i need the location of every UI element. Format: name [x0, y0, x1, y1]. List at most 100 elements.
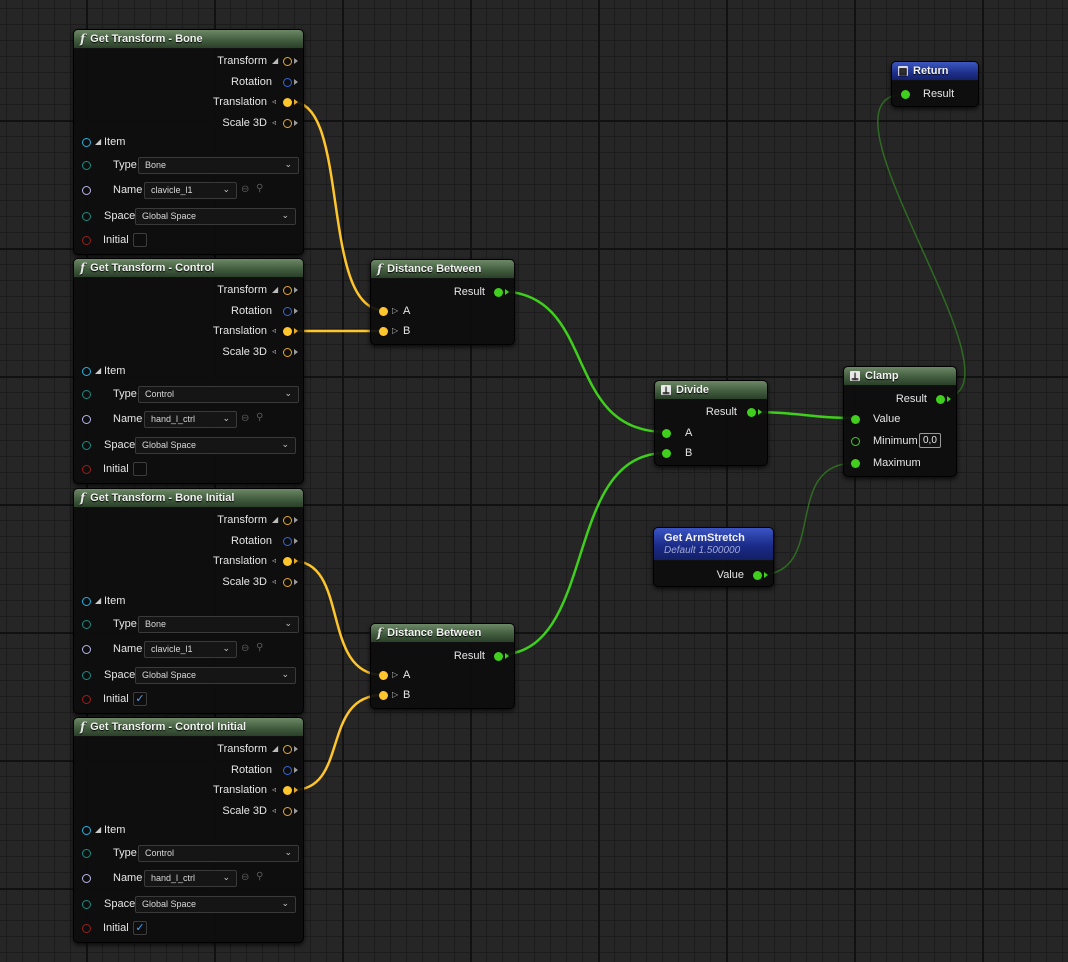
value-output-pin[interactable]	[753, 571, 762, 580]
a-input-pin[interactable]	[379, 671, 388, 680]
scale-3d-output-pin[interactable]	[283, 119, 292, 129]
name-dropdown[interactable]: clavicle_l1 ⌄	[144, 182, 237, 199]
node-header[interactable]: f Distance Between	[371, 624, 514, 643]
item-expand-icon[interactable]: ◢	[95, 825, 101, 834]
get-transform-node-1[interactable]: f Get Transform - Bone Transform ◢ Rotation T…	[73, 29, 304, 255]
expand-triangle-icon[interactable]: ◢	[272, 56, 278, 65]
initial-checkbox[interactable]	[133, 233, 147, 247]
name-input-pin[interactable]	[82, 874, 91, 883]
rotation-output-pin[interactable]	[283, 536, 292, 546]
initial-input-pin[interactable]	[82, 924, 91, 933]
type-dropdown[interactable]: Control ⌄	[138, 845, 299, 862]
space-dropdown[interactable]: Global Space ⌄	[135, 208, 296, 225]
initial-checkbox[interactable]	[133, 462, 147, 476]
node-header[interactable]: f Get Transform - Bone	[74, 30, 303, 49]
variable-header[interactable]: Get ArmStretch Default 1.500000	[654, 528, 773, 561]
item-expand-icon[interactable]: ◢	[95, 137, 101, 146]
space-dropdown[interactable]: Global Space ⌄	[135, 896, 296, 913]
name-input-pin[interactable]	[82, 645, 91, 654]
item-input-pin[interactable]	[82, 826, 91, 835]
reset-icon[interactable]: ⊖	[241, 184, 249, 195]
transform-output-pin[interactable]	[283, 286, 292, 295]
get-transform-node-3[interactable]: f Get Transform - Bone Initial Transform ◢ R…	[73, 488, 304, 714]
translation-output-pin[interactable]	[283, 786, 292, 796]
item-expand-icon[interactable]: ◢	[95, 596, 101, 605]
transform-output-pin[interactable]	[283, 745, 292, 754]
type-input-pin[interactable]	[82, 620, 91, 629]
space-input-pin[interactable]	[82, 441, 91, 450]
initial-checkbox[interactable]: ✓	[133, 692, 147, 706]
type-dropdown[interactable]: Bone ⌄	[138, 616, 299, 633]
initial-input-pin[interactable]	[82, 695, 91, 704]
b-input-pin[interactable]	[379, 327, 388, 336]
type-input-pin[interactable]	[82, 161, 91, 170]
initial-input-pin[interactable]	[82, 465, 91, 474]
get-armstretch-node[interactable]: Get ArmStretch Default 1.500000 Value	[653, 527, 774, 587]
distance-between-node-1[interactable]: f Distance Between Result ▷ A ▷ B	[370, 259, 515, 345]
space-input-pin[interactable]	[82, 671, 91, 680]
scale-3d-output-pin[interactable]	[283, 578, 292, 588]
name-dropdown[interactable]: hand_l_ctrl ⌄	[144, 870, 237, 887]
type-input-pin[interactable]	[82, 849, 91, 858]
initial-checkbox[interactable]: ✓	[133, 921, 147, 935]
get-transform-node-4[interactable]: f Get Transform - Control Initial Transfor…	[73, 717, 304, 943]
reset-icon[interactable]: ⊖	[241, 872, 249, 883]
node-header[interactable]: ⊥ Clamp	[844, 367, 956, 386]
node-header[interactable]: ⊥ Divide	[655, 381, 767, 400]
a-input-pin[interactable]	[662, 429, 671, 438]
maximum-input-pin[interactable]	[851, 459, 860, 468]
node-header[interactable]: f Get Transform - Control	[74, 259, 303, 278]
divide-node[interactable]: ⊥ Divide Result A B	[654, 380, 768, 466]
translation-output-pin[interactable]	[283, 327, 292, 337]
transform-output-pin[interactable]	[283, 516, 292, 525]
node-header[interactable]: f Distance Between	[371, 260, 514, 279]
value-input-pin[interactable]	[851, 415, 860, 424]
a-input-pin[interactable]	[379, 307, 388, 316]
rotation-output-pin[interactable]	[283, 306, 292, 316]
clamp-node[interactable]: ⊥ Clamp Result Value Minimum 0,0 Maximum	[843, 366, 957, 477]
name-input-pin[interactable]	[82, 186, 91, 195]
space-input-pin[interactable]	[82, 900, 91, 909]
search-icon[interactable]: ⚲	[256, 412, 263, 423]
scale-3d-output-pin[interactable]	[283, 807, 292, 817]
translation-output-pin[interactable]	[283, 557, 292, 567]
space-input-pin[interactable]	[82, 212, 91, 221]
name-dropdown[interactable]: clavicle_l1 ⌄	[144, 641, 237, 658]
node-header[interactable]: f Get Transform - Control Initial	[74, 718, 303, 737]
initial-input-pin[interactable]	[82, 236, 91, 245]
minimum-value-field[interactable]: 0,0	[919, 433, 941, 448]
type-dropdown[interactable]: Bone ⌄	[138, 157, 299, 174]
search-icon[interactable]: ⚲	[256, 183, 263, 194]
scale-3d-output-pin[interactable]	[283, 348, 292, 358]
result-output-pin[interactable]	[936, 395, 945, 404]
item-input-pin[interactable]	[82, 138, 91, 147]
distance-between-node-2[interactable]: f Distance Between Result ▷ A ▷ B	[370, 623, 515, 709]
reset-icon[interactable]: ⊖	[241, 643, 249, 654]
node-header[interactable]: f Get Transform - Bone Initial	[74, 489, 303, 508]
type-input-pin[interactable]	[82, 390, 91, 399]
result-output-pin[interactable]	[494, 288, 503, 297]
search-icon[interactable]: ⚲	[256, 871, 263, 882]
type-dropdown[interactable]: Control ⌄	[138, 386, 299, 403]
rotation-output-pin[interactable]	[283, 77, 292, 87]
result-input-pin[interactable]	[901, 90, 910, 99]
reset-icon[interactable]: ⊖	[241, 413, 249, 424]
space-dropdown[interactable]: Global Space ⌄	[135, 437, 296, 454]
result-output-pin[interactable]	[747, 408, 756, 417]
get-transform-node-2[interactable]: f Get Transform - Control Transform ◢ Rotati…	[73, 258, 304, 484]
transform-output-pin[interactable]	[283, 57, 292, 66]
b-input-pin[interactable]	[662, 449, 671, 458]
translation-output-pin[interactable]	[283, 98, 292, 108]
search-icon[interactable]: ⚲	[256, 642, 263, 653]
item-expand-icon[interactable]: ◢	[95, 366, 101, 375]
expand-triangle-icon[interactable]: ◢	[272, 285, 278, 294]
name-input-pin[interactable]	[82, 415, 91, 424]
expand-triangle-icon[interactable]: ◢	[272, 515, 278, 524]
item-input-pin[interactable]	[82, 597, 91, 606]
b-input-pin[interactable]	[379, 691, 388, 700]
node-header[interactable]: ▤ Return	[892, 62, 978, 81]
expand-triangle-icon[interactable]: ◢	[272, 744, 278, 753]
item-input-pin[interactable]	[82, 367, 91, 376]
minimum-input-pin[interactable]	[851, 437, 860, 446]
return-node[interactable]: ▤ Return Result	[891, 61, 979, 107]
